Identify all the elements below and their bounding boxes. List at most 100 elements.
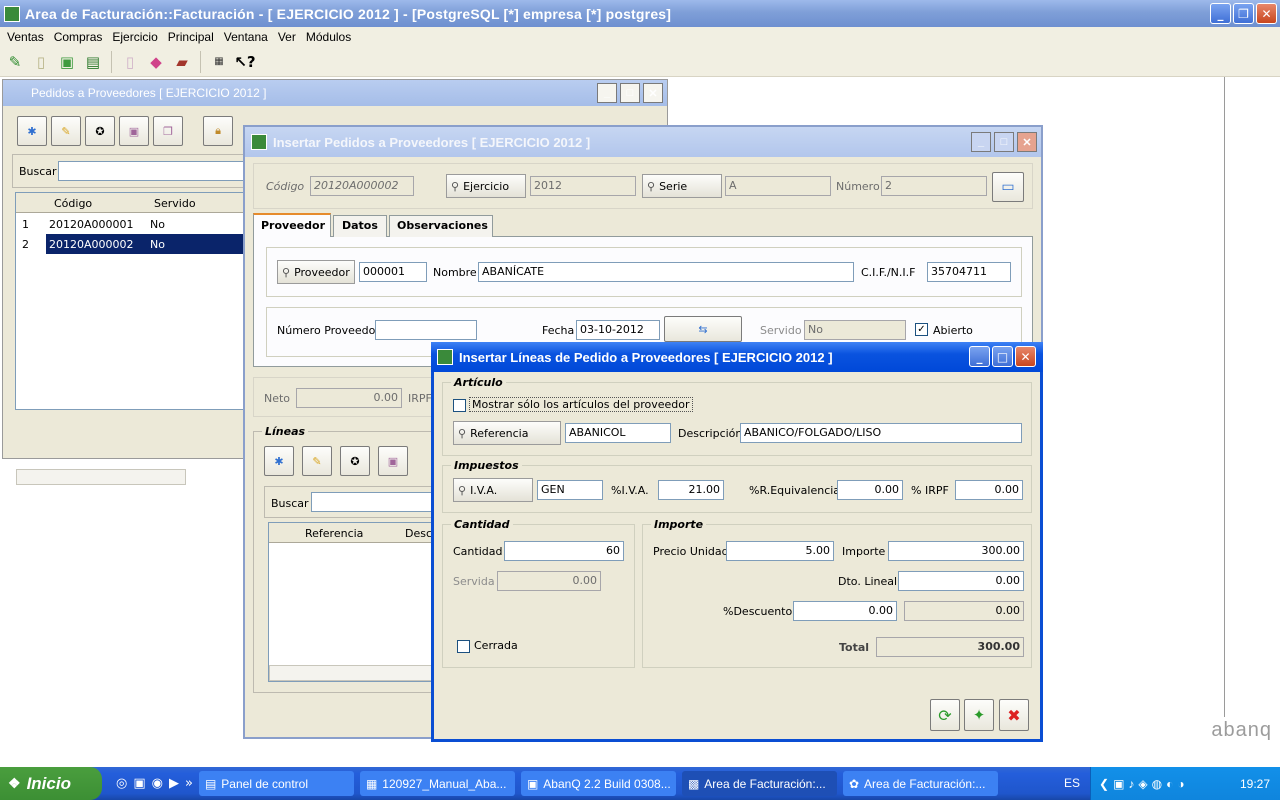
lineas-search-input[interactable] — [311, 492, 435, 512]
restore-button[interactable]: ❐ — [1233, 3, 1254, 24]
pedidos-close-button[interactable]: ✕ — [643, 83, 663, 103]
copy-record-button[interactable]: ❐ — [153, 116, 183, 146]
quick-launch-icon[interactable]: ▣ — [133, 776, 145, 791]
edit-record-button[interactable]: ✎ — [51, 116, 81, 146]
view-line-button[interactable]: ▣ — [378, 446, 408, 476]
speaker-icon[interactable]: ♪ — [1128, 777, 1134, 791]
minimize-button[interactable]: _ — [1210, 3, 1231, 24]
abierto-checkbox[interactable]: ✓ — [915, 322, 928, 336]
col-servido[interactable]: Servido — [154, 197, 196, 210]
start-button[interactable]: ❖ Inicio — [0, 767, 102, 800]
lock-button[interactable]: 🔒︎ — [203, 116, 233, 146]
iva-code-field[interactable]: GEN — [537, 480, 603, 500]
package-icon[interactable]: ▣ — [55, 50, 79, 74]
language-indicator[interactable]: ES — [1064, 776, 1080, 790]
insert-linea-maximize-button[interactable]: □ — [992, 346, 1013, 367]
menu-ejercicio[interactable]: Ejercicio — [107, 30, 162, 44]
delete-line-button[interactable]: ✪ — [340, 446, 370, 476]
descripcion-field[interactable]: ABANICO/FOLGADO/LISO — [740, 423, 1022, 443]
referencia-field[interactable]: ABANICOL — [565, 423, 671, 443]
firefox-icon[interactable]: ◉ — [152, 776, 163, 791]
help-icon[interactable]: ↖? — [233, 50, 257, 74]
refresh-button[interactable]: ⟳ — [930, 699, 960, 731]
tray-arrow-icon[interactable]: ❮ — [1099, 777, 1109, 791]
accept-button[interactable]: ✦ — [964, 699, 994, 731]
cerrada-checkbox[interactable] — [457, 639, 470, 653]
tray-icon[interactable]: ◐ — [1166, 777, 1173, 791]
menu-compras[interactable]: Compras — [49, 30, 108, 44]
calendar-button[interactable]: ⇆ — [664, 316, 742, 342]
tab-datos[interactable]: Datos — [333, 215, 387, 237]
add-line-button[interactable]: ✱ — [264, 446, 294, 476]
task-abanq[interactable]: ▣ AbanQ 2.2 Build 0308... — [520, 771, 676, 796]
sales-icon[interactable]: ✎ — [3, 50, 27, 74]
cantidad-field[interactable]: 60 — [504, 541, 624, 561]
pct-iva-field[interactable]: 21.00 — [658, 480, 724, 500]
pedidos-search-input[interactable] — [58, 161, 248, 181]
menu-principal[interactable]: Principal — [163, 30, 219, 44]
calendar-icon[interactable]: ▦ — [207, 50, 231, 74]
invoice-icon[interactable]: ▤ — [81, 50, 105, 74]
new-record-button[interactable]: ✱ — [17, 116, 47, 146]
menu-modulos[interactable]: Módulos — [301, 30, 356, 44]
edit-line-button[interactable]: ✎ — [302, 446, 332, 476]
chevron-icon[interactable]: » — [185, 776, 193, 791]
tab-observaciones[interactable]: Observaciones — [389, 215, 493, 237]
menu-ventana[interactable]: Ventana — [219, 30, 273, 44]
lineas-horizontal-scrollbar[interactable] — [269, 665, 435, 681]
iva-button[interactable]: ⚲ I.V.A. — [453, 478, 533, 502]
antivirus-icon[interactable]: ◈ — [1138, 777, 1147, 791]
dto-lineal-field[interactable]: 0.00 — [898, 571, 1024, 591]
cif-field[interactable]: 35704711 — [927, 262, 1011, 282]
pedidos-maximize-button[interactable]: □ — [620, 83, 640, 103]
task-area-facturacion[interactable]: ✿ Area de Facturación:... — [842, 771, 998, 796]
network-icon[interactable]: ▣ — [1113, 777, 1124, 791]
media-icon[interactable]: ▶ — [169, 776, 179, 791]
insert-pedido-close-button[interactable]: ✕ — [1017, 132, 1037, 152]
pedidos-minimize-button[interactable]: _ — [597, 83, 617, 103]
task-label: Area de Facturación:... — [864, 776, 986, 791]
horizontal-scrollbar[interactable] — [16, 469, 186, 485]
menu-ventas[interactable]: Ventas — [2, 30, 49, 44]
irpf-field[interactable]: 0.00 — [955, 480, 1023, 500]
task-manual[interactable]: ▦ 120927_Manual_Aba... — [359, 771, 515, 796]
proveedor-field[interactable]: 000001 — [359, 262, 427, 282]
mostrar-checkbox[interactable] — [453, 398, 466, 412]
page-icon[interactable]: ▯ — [118, 50, 142, 74]
table-row[interactable]: 2 20120A000002 No — [16, 234, 252, 254]
bag-icon[interactable]: ▰ — [170, 50, 194, 74]
close-button[interactable]: ✕ — [1256, 3, 1277, 24]
task-area-facturacion-active[interactable]: ▩ Area de Facturación:... — [681, 771, 837, 796]
tray-icon[interactable]: ◑ — [1177, 777, 1184, 791]
precio-field[interactable]: 5.00 — [726, 541, 834, 561]
delete-record-button[interactable]: ✪ — [85, 116, 115, 146]
insert-linea-close-button[interactable]: ✕ — [1015, 346, 1036, 367]
descuento-field[interactable]: 0.00 — [793, 601, 897, 621]
col-referencia[interactable]: Referencia — [305, 527, 363, 540]
nombre-field[interactable]: ABANÍCATE — [478, 262, 854, 282]
table-row[interactable]: 1 20120A000001 No — [16, 214, 252, 234]
referencia-button[interactable]: ⚲ Referencia — [453, 421, 561, 445]
num-proveedor-field[interactable] — [375, 320, 477, 340]
task-panel-control[interactable]: ▤ Panel de control — [198, 771, 354, 796]
ejercicio-button[interactable]: ⚲ Ejercicio — [446, 174, 526, 198]
cancel-button[interactable]: ✖ — [999, 699, 1029, 731]
req-field[interactable]: 0.00 — [837, 480, 903, 500]
menu-ver[interactable]: Ver — [273, 30, 301, 44]
tab-proveedor[interactable]: Proveedor — [253, 213, 331, 237]
insert-pedido-minimize-button[interactable]: _ — [971, 132, 991, 152]
tray-icon[interactable]: ◍ — [1152, 777, 1162, 791]
insert-linea-minimize-button[interactable]: _ — [969, 346, 990, 367]
insert-pedido-maximize-button[interactable]: □ — [994, 132, 1014, 152]
quick-launch-icon[interactable]: ◎ — [116, 776, 127, 791]
clock[interactable]: 19:27 — [1240, 777, 1270, 791]
fecha-field[interactable]: 03-10-2012 — [576, 320, 660, 340]
proveedor-button[interactable]: ⚲ Proveedor — [277, 260, 355, 284]
box-icon[interactable]: ◆ — [144, 50, 168, 74]
monitor-button[interactable]: ▭ — [992, 172, 1024, 202]
importe-field[interactable]: 300.00 — [888, 541, 1024, 561]
view-record-button[interactable]: ▣ — [119, 116, 149, 146]
col-codigo[interactable]: Código — [54, 197, 92, 210]
serie-button[interactable]: ⚲ Serie — [642, 174, 722, 198]
document-icon[interactable]: ▯ — [29, 50, 53, 74]
